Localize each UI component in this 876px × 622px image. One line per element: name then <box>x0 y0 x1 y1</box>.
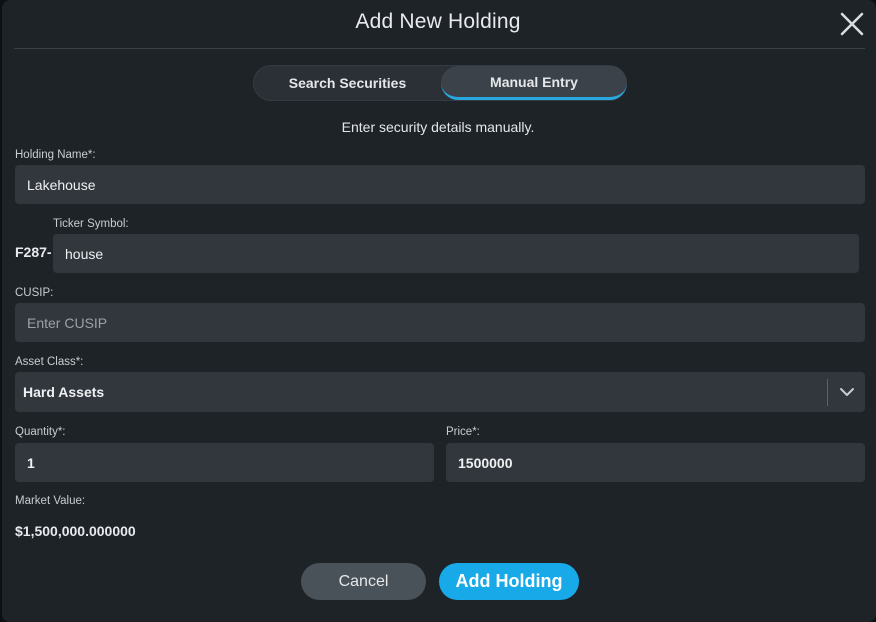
entry-mode-tabs: Search Securities Manual Entry <box>253 65 627 101</box>
ticker-symbol-input[interactable] <box>53 234 859 273</box>
close-icon <box>840 12 864 36</box>
form-instructions: Enter security details manually. <box>341 119 535 135</box>
cusip-label: CUSIP: <box>15 287 54 299</box>
asset-class-label: Asset Class*: <box>15 356 84 368</box>
close-button[interactable] <box>836 8 868 40</box>
chevron-down-icon[interactable] <box>837 383 857 401</box>
tab-search-securities[interactable]: Search Securities <box>254 66 441 100</box>
modal-title: Add New Holding <box>355 10 521 33</box>
ticker-prefix: F287- <box>15 244 52 260</box>
cancel-button[interactable]: Cancel <box>301 563 426 600</box>
price-input[interactable] <box>446 443 865 482</box>
add-holding-button[interactable]: Add Holding <box>439 563 579 600</box>
price-label: Price*: <box>446 426 480 438</box>
asset-class-select[interactable]: Hard Assets <box>15 372 865 412</box>
cusip-input[interactable] <box>15 303 865 342</box>
asset-class-value: Hard Assets <box>23 384 105 400</box>
market-value-label: Market Value: <box>15 495 86 507</box>
quantity-label: Quantity*: <box>15 426 66 438</box>
tab-manual-entry[interactable]: Manual Entry <box>441 66 627 100</box>
header-divider <box>14 48 865 49</box>
ticker-symbol-label: Ticker Symbol: <box>53 218 129 230</box>
holding-name-input[interactable] <box>15 165 865 204</box>
holding-name-label: Holding Name*: <box>15 149 96 161</box>
quantity-input[interactable] <box>15 443 434 482</box>
select-divider <box>827 379 828 406</box>
market-value-amount: $1,500,000.000000 <box>15 523 136 539</box>
